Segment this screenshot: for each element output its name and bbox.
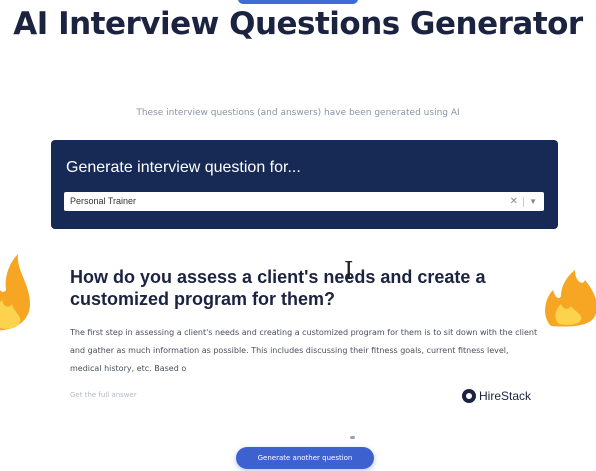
flame-left-icon <box>0 254 30 331</box>
generator-panel: Generate interview question for... Perso… <box>51 140 558 229</box>
hirestack-logo-icon <box>462 389 476 403</box>
generator-heading: Generate interview question for... <box>66 159 301 176</box>
flame-right-icon <box>545 270 596 327</box>
answer-footnote[interactable]: Get the full answer <box>70 391 137 399</box>
text-cursor-icon: I <box>344 257 354 285</box>
generated-answer: The first step in assessing a client's n… <box>70 328 538 373</box>
role-select[interactable]: Personal Trainer ✕ ▼ <box>64 192 544 211</box>
page-title: AI Interview Questions Generator <box>13 6 583 42</box>
select-divider <box>523 197 524 207</box>
button-hint-dot <box>350 436 355 439</box>
role-select-value: Personal Trainer <box>70 196 137 206</box>
generate-another-button[interactable]: Generate another question <box>236 447 374 469</box>
brand-name: HireStack <box>479 389 532 403</box>
chevron-down-icon[interactable]: ▼ <box>529 192 537 211</box>
clear-icon[interactable]: ✕ <box>510 192 518 211</box>
page-subtitle: These interview questions (and answers) … <box>136 108 460 118</box>
generated-question: How do you assess a client's needs and c… <box>70 267 486 309</box>
